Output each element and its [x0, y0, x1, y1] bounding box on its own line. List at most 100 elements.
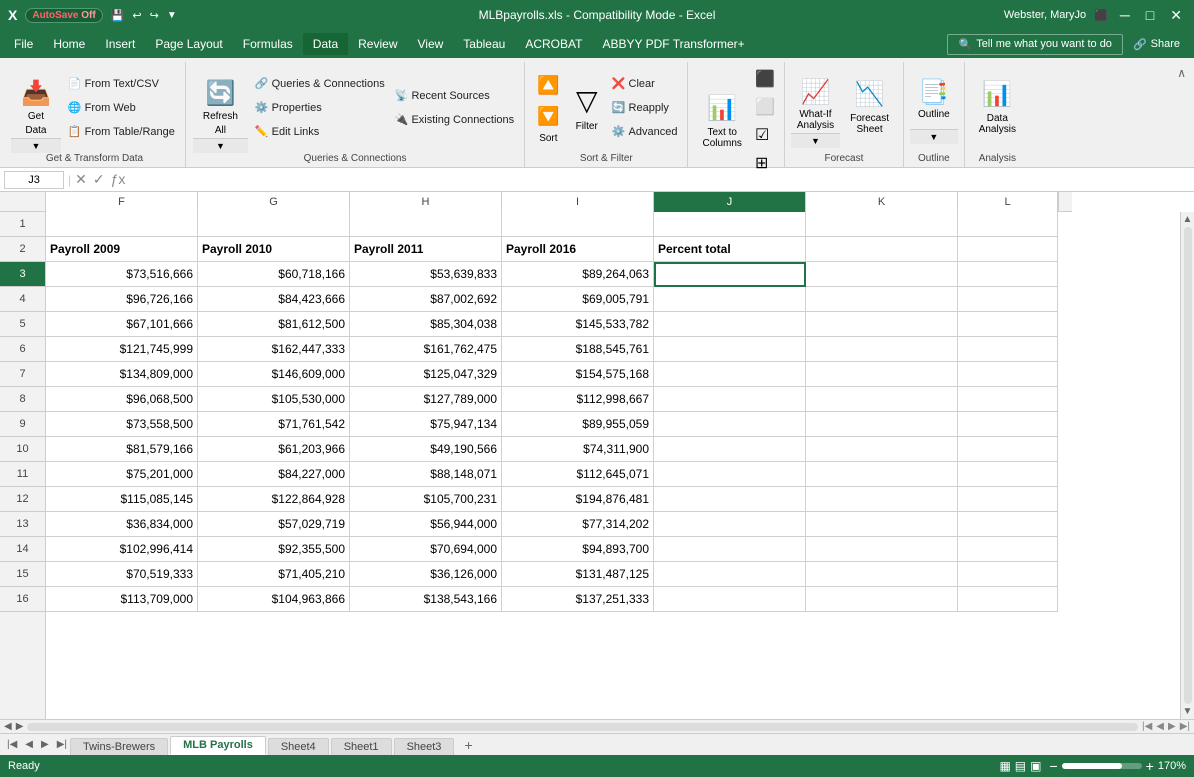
row-header-16[interactable]: 16: [0, 587, 45, 612]
cell-g14[interactable]: $92,355,500: [198, 537, 350, 562]
scrollbar-nav-right[interactable]: ▶|: [1180, 721, 1190, 732]
cell-f14[interactable]: $102,996,414: [46, 537, 198, 562]
col-header-f[interactable]: F: [46, 192, 198, 212]
scroll-right-arrow[interactable]: ▶: [16, 721, 24, 732]
menu-formulas[interactable]: Formulas: [233, 33, 303, 55]
row-header-5[interactable]: 5: [0, 312, 45, 337]
row-header-12[interactable]: 12: [0, 487, 45, 512]
cell-i12[interactable]: $194,876,481: [502, 487, 654, 512]
cell-g12[interactable]: $122,864,928: [198, 487, 350, 512]
cell-i8[interactable]: $112,998,667: [502, 387, 654, 412]
row-header-6[interactable]: 6: [0, 337, 45, 362]
ribbon-display-options[interactable]: ⬛: [1094, 9, 1108, 22]
cell-g8[interactable]: $105,530,000: [198, 387, 350, 412]
cell-l6[interactable]: [958, 337, 1058, 362]
row-header-13[interactable]: 13: [0, 512, 45, 537]
page-layout-view-button[interactable]: ▤: [1015, 759, 1026, 773]
menu-insert[interactable]: Insert: [95, 33, 145, 55]
cell-j4[interactable]: [654, 287, 806, 312]
cell-l12[interactable]: [958, 487, 1058, 512]
sheet-tab-mlb-payrolls[interactable]: MLB Payrolls: [170, 736, 266, 755]
maximize-button[interactable]: □: [1142, 7, 1158, 23]
col-header-g[interactable]: G: [198, 192, 350, 212]
cell-l11[interactable]: [958, 462, 1058, 487]
col-header-i[interactable]: I: [502, 192, 654, 212]
cell-i16[interactable]: $137,251,333: [502, 587, 654, 612]
menu-view[interactable]: View: [408, 33, 454, 55]
cell-j6[interactable]: [654, 337, 806, 362]
cell-f2[interactable]: Payroll 2009: [46, 237, 198, 262]
cell-h3[interactable]: $53,639,833: [350, 262, 502, 287]
sheet-nav-next[interactable]: ▶: [38, 739, 52, 750]
scrollbar-nav-left[interactable]: |◀: [1142, 721, 1152, 732]
cell-k16[interactable]: [806, 587, 958, 612]
menu-data[interactable]: Data: [303, 33, 348, 55]
cell-f1[interactable]: [46, 212, 198, 237]
col-header-k[interactable]: K: [806, 192, 958, 212]
cell-g6[interactable]: $162,447,333: [198, 337, 350, 362]
cell-j5[interactable]: [654, 312, 806, 337]
cell-g3[interactable]: $60,718,166: [198, 262, 350, 287]
cell-h8[interactable]: $127,789,000: [350, 387, 502, 412]
row-header-7[interactable]: 7: [0, 362, 45, 387]
cell-h15[interactable]: $36,126,000: [350, 562, 502, 587]
cell-i6[interactable]: $188,545,761: [502, 337, 654, 362]
cell-l7[interactable]: [958, 362, 1058, 387]
advanced-button[interactable]: ⚙️ Advanced: [608, 121, 682, 143]
cell-l10[interactable]: [958, 437, 1058, 462]
cell-g13[interactable]: $57,029,719: [198, 512, 350, 537]
vertical-scrollbar-track[interactable]: [1184, 227, 1192, 704]
row-header-2[interactable]: 2: [0, 237, 45, 262]
sheet-tab-sheet3[interactable]: Sheet3: [394, 738, 455, 755]
horizontal-scrollbar[interactable]: ◀ ▶ |◀ ◀ ▶ ▶|: [0, 719, 1194, 733]
cell-k7[interactable]: [806, 362, 958, 387]
cell-j10[interactable]: [654, 437, 806, 462]
menu-home[interactable]: Home: [43, 33, 95, 55]
scroll-down-arrow[interactable]: ▼: [1183, 706, 1193, 717]
cell-k8[interactable]: [806, 387, 958, 412]
col-header-l[interactable]: L: [958, 192, 1058, 212]
page-break-view-button[interactable]: ▣: [1030, 759, 1041, 773]
cell-h7[interactable]: $125,047,329: [350, 362, 502, 387]
cell-i14[interactable]: $94,893,700: [502, 537, 654, 562]
cell-g16[interactable]: $104,963,866: [198, 587, 350, 612]
tell-me-input[interactable]: 🔍 Tell me what you want to do: [947, 34, 1122, 55]
cell-h11[interactable]: $88,148,071: [350, 462, 502, 487]
cell-i9[interactable]: $89,955,059: [502, 412, 654, 437]
cell-f4[interactable]: $96,726,166: [46, 287, 198, 312]
cell-i11[interactable]: $112,645,071: [502, 462, 654, 487]
cell-k10[interactable]: [806, 437, 958, 462]
cell-g10[interactable]: $61,203,966: [198, 437, 350, 462]
cell-l13[interactable]: [958, 512, 1058, 537]
cell-i7[interactable]: $154,575,168: [502, 362, 654, 387]
cell-j1[interactable]: [654, 212, 806, 237]
cell-g15[interactable]: $71,405,210: [198, 562, 350, 587]
cell-j2[interactable]: Percent total: [654, 237, 806, 262]
queries-connections-button[interactable]: 🔗 Queries & Connections: [251, 73, 389, 95]
cell-k14[interactable]: [806, 537, 958, 562]
horizontal-scrollbar-track[interactable]: [27, 723, 1138, 731]
cell-h14[interactable]: $70,694,000: [350, 537, 502, 562]
cell-h6[interactable]: $161,762,475: [350, 337, 502, 362]
row-header-3[interactable]: 3: [0, 262, 45, 287]
cell-j14[interactable]: [654, 537, 806, 562]
cell-g1[interactable]: [198, 212, 350, 237]
insert-function-icon[interactable]: ƒx: [111, 171, 126, 188]
cell-j13[interactable]: [654, 512, 806, 537]
cell-l9[interactable]: [958, 412, 1058, 437]
cell-j7[interactable]: [654, 362, 806, 387]
cell-k5[interactable]: [806, 312, 958, 337]
add-sheet-button[interactable]: +: [456, 735, 480, 755]
cell-h16[interactable]: $138,543,166: [350, 587, 502, 612]
minimize-button[interactable]: ─: [1116, 7, 1134, 23]
cell-j16[interactable]: [654, 587, 806, 612]
cell-h10[interactable]: $49,190,566: [350, 437, 502, 462]
cell-g4[interactable]: $84,423,666: [198, 287, 350, 312]
existing-connections-button[interactable]: 🔌 Existing Connections: [391, 109, 518, 131]
row-header-10[interactable]: 10: [0, 437, 45, 462]
what-if-dropdown-arrow[interactable]: ▼: [791, 133, 840, 148]
cell-i4[interactable]: $69,005,791: [502, 287, 654, 312]
cell-h2[interactable]: Payroll 2011: [350, 237, 502, 262]
cell-f3[interactable]: $73,516,666: [46, 262, 198, 287]
row-header-9[interactable]: 9: [0, 412, 45, 437]
